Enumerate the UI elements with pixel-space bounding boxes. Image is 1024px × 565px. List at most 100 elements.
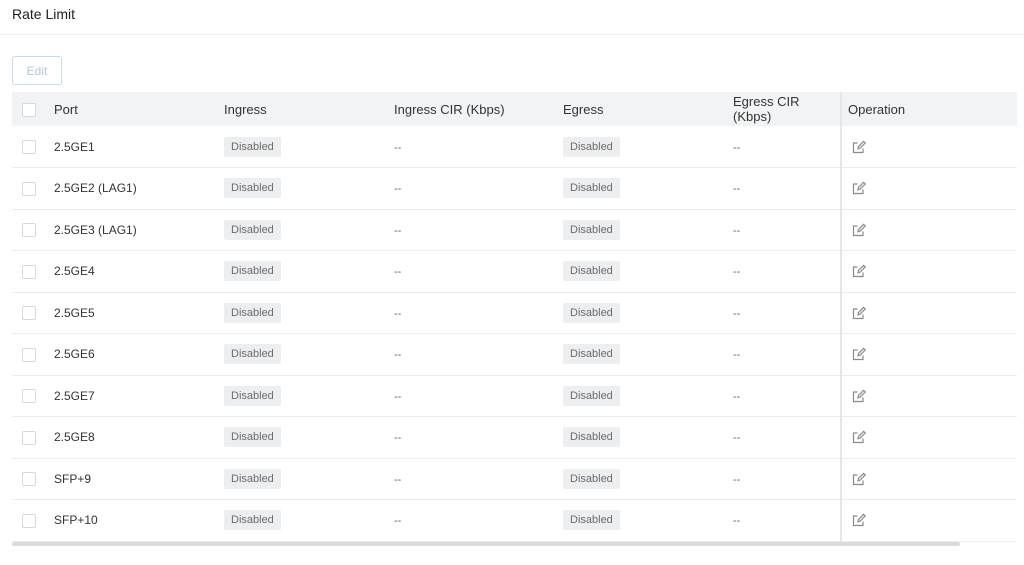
ingress-status-badge: Disabled [224,178,281,199]
table-row: 2.5GE2 (LAG1) Disabled -- Disabled -- [12,167,1017,210]
ingress-cell: Disabled [224,126,394,168]
egress-status-badge: Disabled [563,468,620,489]
ingress-cell: Disabled [224,417,394,459]
ingress-status-badge: Disabled [224,468,281,489]
ingress-cell: Disabled [224,251,394,293]
edit-icon[interactable] [851,305,867,321]
egress-cell: Disabled [563,500,733,542]
egress-status-badge: Disabled [563,510,620,531]
table-row: 2.5GE5 Disabled -- Disabled -- [12,292,1017,334]
row-checkbox[interactable] [22,223,36,238]
table-row: 2.5GE3 (LAG1) Disabled -- Disabled -- [12,209,1017,251]
port-cell: 2.5GE4 [54,264,95,279]
ingress-cir-cell: -- [394,251,563,293]
ingress-status-badge: Disabled [224,219,281,240]
column-header-operation: Operation [840,92,1017,126]
ingress-cir-value: -- [394,266,402,279]
table-row: 2.5GE7 Disabled -- Disabled -- [12,375,1017,417]
ingress-cell: Disabled [224,292,394,334]
operation-cell [840,499,1017,541]
row-checkbox[interactable] [22,472,36,487]
edit-icon[interactable] [851,471,867,487]
ingress-status-badge: Disabled [224,427,281,448]
egress-status-badge: Disabled [563,427,620,448]
row-checkbox[interactable] [22,389,36,404]
table-row: 2.5GE1 Disabled -- Disabled -- [12,126,1017,168]
operation-cell [840,126,1017,168]
horizontal-scrollbar[interactable] [12,542,960,546]
operation-cell [840,416,1017,458]
egress-cir-cell: -- [733,292,841,334]
ingress-cir-value: -- [394,224,402,237]
select-all-checkbox[interactable] [22,102,36,117]
ingress-cir-cell: -- [394,417,563,459]
port-cell: 2.5GE5 [54,305,95,320]
select-all-cell [12,92,54,126]
edit-icon[interactable] [851,139,867,155]
egress-cir-value: -- [733,349,741,362]
row-select-cell [12,500,54,542]
egress-cir-value: -- [733,307,741,320]
column-header-egress-cir[interactable]: Egress CIR (Kbps) [733,92,841,126]
row-select-cell [12,334,54,376]
ingress-cir-cell: -- [394,500,563,542]
table-row: 2.5GE8 Disabled -- Disabled -- [12,416,1017,459]
egress-status-badge: Disabled [563,302,620,323]
ingress-cir-value: -- [394,473,402,486]
row-checkbox[interactable] [22,430,36,445]
edit-icon[interactable] [851,429,867,445]
column-header-ingress[interactable]: Ingress [224,92,394,126]
ingress-cir-cell: -- [394,292,563,334]
toolbar: Edit [12,56,62,85]
ingress-status-badge: Disabled [224,385,281,406]
egress-cir-cell: -- [733,500,841,542]
ingress-cell: Disabled [224,334,394,376]
ingress-cir-cell: -- [394,126,563,168]
edit-icon[interactable] [851,222,867,238]
ingress-status-badge: Disabled [224,510,281,531]
row-select-cell [12,417,54,459]
ingress-cell: Disabled [224,500,394,542]
port-cell: 2.5GE2 (LAG1) [54,181,137,196]
operation-cell [840,375,1017,417]
row-checkbox[interactable] [22,347,36,362]
ingress-cir-cell: -- [394,334,563,376]
egress-cell: Disabled [563,292,733,334]
ingress-cir-cell: -- [394,375,563,417]
row-checkbox[interactable] [22,513,36,528]
row-checkbox[interactable] [22,264,36,279]
table-row: SFP+10 Disabled -- Disabled -- [12,499,1017,542]
port-cell: 2.5GE7 [54,388,95,403]
edit-button[interactable]: Edit [12,56,62,85]
column-header-egress[interactable]: Egress [563,92,733,126]
page-title: Rate Limit [12,6,76,22]
egress-status-badge: Disabled [563,261,620,282]
edit-icon[interactable] [851,263,867,279]
egress-cir-cell: -- [733,417,841,459]
row-select-cell [12,375,54,417]
ingress-cir-cell: -- [394,168,563,210]
ingress-cir-cell: -- [394,458,563,500]
row-checkbox[interactable] [22,139,36,154]
column-header-port[interactable]: Port [54,92,224,126]
ingress-cir-value: -- [394,515,402,528]
rate-limit-table: Port Ingress Ingress CIR (Kbps) Egress E… [12,92,1017,542]
ingress-cir-value: -- [394,390,402,403]
table-row: SFP+9 Disabled -- Disabled -- [12,458,1017,500]
egress-cir-value: -- [733,141,741,154]
edit-icon[interactable] [851,180,867,196]
egress-cir-cell: -- [733,168,841,210]
row-checkbox[interactable] [22,181,36,196]
ingress-cir-value: -- [394,141,402,154]
port-cell: 2.5GE3 (LAG1) [54,222,137,237]
edit-icon[interactable] [851,388,867,404]
port-cell: SFP+9 [54,471,92,486]
egress-cell: Disabled [563,209,733,251]
edit-icon[interactable] [851,346,867,362]
port-cell: 2.5GE1 [54,139,95,154]
operation-cell [840,458,1017,500]
egress-cir-cell: -- [733,458,841,500]
row-checkbox[interactable] [22,306,36,321]
column-header-ingress-cir[interactable]: Ingress CIR (Kbps) [394,92,563,126]
edit-icon[interactable] [851,512,867,528]
